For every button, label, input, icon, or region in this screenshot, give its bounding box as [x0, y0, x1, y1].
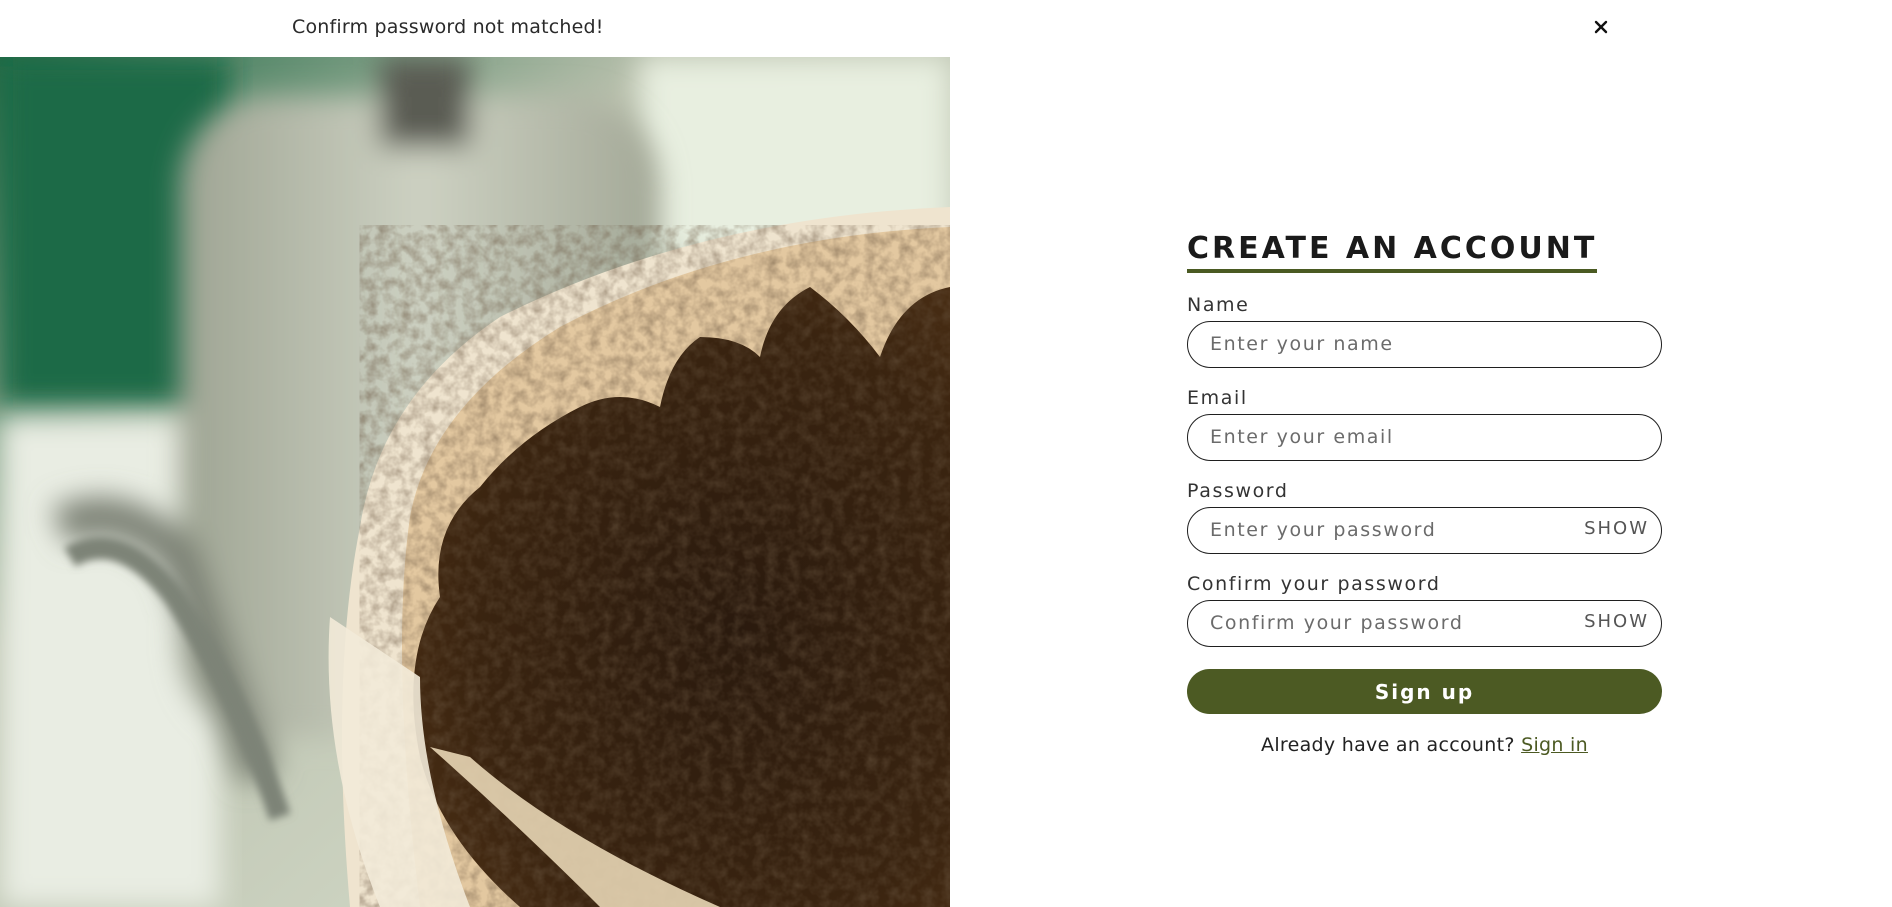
alert-message: Confirm password not matched!	[292, 16, 604, 38]
email-label: Email	[1187, 387, 1248, 409]
sign-in-link[interactable]: Sign in	[1521, 734, 1588, 756]
coffee-filter-illustration	[0, 57, 950, 907]
form-title: CREATE AN ACCOUNT	[1187, 231, 1598, 273]
password-field-box: SHOW	[1187, 507, 1662, 554]
alert-close-button[interactable]	[1588, 14, 1614, 40]
close-icon	[1594, 20, 1608, 34]
hero-image	[0, 57, 950, 907]
sign-up-button[interactable]: Sign up	[1187, 669, 1662, 714]
name-input[interactable]	[1210, 322, 1570, 366]
password-show-toggle[interactable]: SHOW	[1584, 518, 1649, 539]
confirm-password-show-toggle[interactable]: SHOW	[1584, 611, 1649, 632]
password-label: Password	[1187, 480, 1289, 502]
signup-form: CREATE AN ACCOUNT Name Email Password SH…	[1187, 231, 1662, 756]
alert-bar: Confirm password not matched!	[0, 0, 1892, 57]
name-field-box	[1187, 321, 1662, 368]
name-label: Name	[1187, 294, 1250, 316]
password-input[interactable]	[1210, 508, 1570, 552]
email-input[interactable]	[1210, 415, 1570, 459]
confirm-password-field-box: SHOW	[1187, 600, 1662, 647]
confirm-password-input[interactable]	[1210, 601, 1570, 645]
signin-row: Already have an account? Sign in	[1187, 734, 1662, 756]
email-field-box	[1187, 414, 1662, 461]
confirm-password-label: Confirm your password	[1187, 573, 1441, 595]
signin-prompt: Already have an account?	[1261, 734, 1522, 756]
